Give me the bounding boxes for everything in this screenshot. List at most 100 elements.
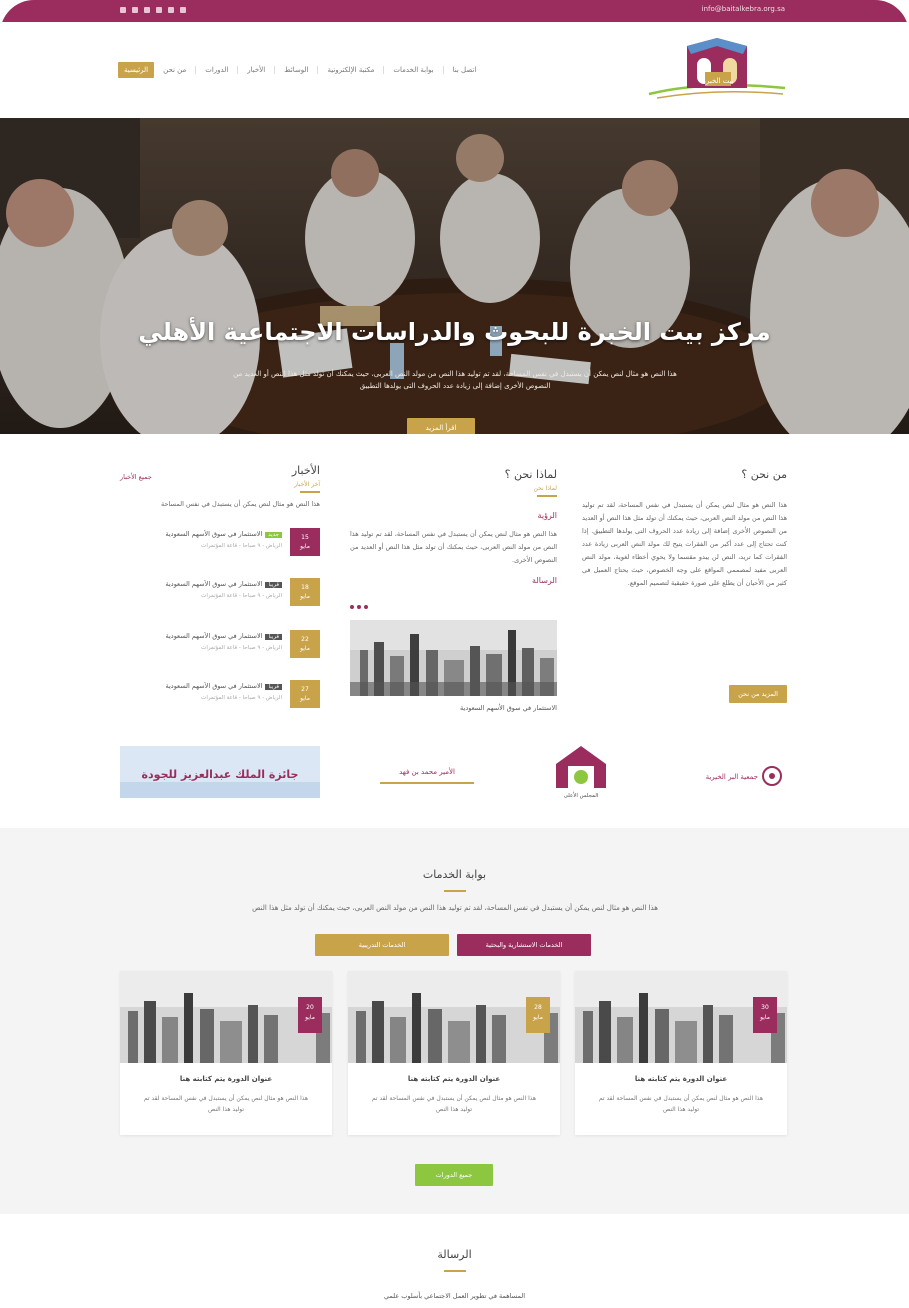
email-icon[interactable]: [180, 7, 186, 13]
nav-separator: [195, 66, 197, 74]
tab-consulting-services[interactable]: الخدمات الاستشارية والبحثية: [457, 934, 591, 956]
events-more-link[interactable]: جميع الأخبار: [120, 473, 152, 481]
course-text: هذا النص هو مثال لنص يمكن أن يستبدل في ن…: [598, 1095, 764, 1113]
hero-read-more-button[interactable]: اقرأ المزيد: [407, 418, 475, 434]
hero-title: مركز بيت الخبرة للبحوث والدراسات الاجتما…: [138, 318, 771, 346]
event-meta: الرياض - ٩ صباحا - قاعة المؤتمرات: [201, 645, 282, 651]
course-date-badge: 20 مايو: [298, 997, 322, 1033]
news-caption[interactable]: الاستثمار في سوق الأسهم السعودية: [350, 704, 557, 712]
facebook-icon[interactable]: [120, 7, 126, 13]
event-meta: الرياض - ٩ صباحا - قاعة المؤتمرات: [201, 695, 282, 701]
event-tag: قريبا: [265, 634, 282, 640]
nav-media[interactable]: الوسائط: [281, 63, 311, 77]
event-title: جديدالاستثمار في سوق الأسهم السعودية: [122, 530, 282, 538]
nav-contact[interactable]: اتصل بنا: [450, 63, 480, 77]
nav-separator: [442, 66, 444, 74]
site-logo[interactable]: بيت الخبرة: [647, 36, 787, 102]
services-divider: [444, 890, 466, 892]
why-subtitle: لماذا نحن: [533, 485, 557, 492]
why-section: لماذا نحن ؟ لماذا نحن الرؤية هذا النص هو…: [350, 468, 557, 585]
event-title: قريباالاستثمار في سوق الأسهم السعودية: [122, 682, 282, 690]
event-item[interactable]: 15 مايو جديدالاستثمار في سوق الأسهم السعو…: [120, 528, 320, 558]
partner-logo[interactable]: المجلس الأعلى: [548, 740, 614, 800]
top-email[interactable]: info@baitalkebra.org.sa: [702, 5, 785, 13]
social-links: [120, 7, 186, 13]
news-photo[interactable]: [350, 620, 557, 696]
hero-banner: مركز بيت الخبرة للبحوث والدراسات الاجتما…: [0, 118, 909, 434]
svg-text:جائزة الملك عبدالعزيز للجودة: جائزة الملك عبدالعزيز للجودة: [142, 768, 299, 781]
page: info@baitalkebra.org.sa بيت الخبرة الرئي…: [0, 0, 909, 1308]
events-section: الأخبار آخر الأخبار جميع الأخبار هذا الن…: [120, 464, 320, 708]
about-title: من نحن ؟: [741, 468, 787, 481]
partner-logo[interactable]: الأمير محمد بن فهد: [372, 740, 482, 800]
nav-services[interactable]: بوابة الخدمات: [390, 63, 436, 77]
nav-separator: [274, 66, 276, 74]
nav-courses[interactable]: الدورات: [202, 63, 231, 77]
services-description: هذا النص هو مثال لنص يمكن أن يستبدل في ن…: [252, 904, 658, 912]
message-divider: [444, 1270, 466, 1272]
event-item[interactable]: 18 مايو قريباالاستثمار في سوق الأسهم السع…: [120, 578, 320, 608]
events-divider: [300, 491, 320, 493]
nav-library[interactable]: مكتبة الإلكترونية: [324, 63, 377, 77]
event-tag: قريبا: [265, 582, 282, 588]
event-item[interactable]: 27 مايو قريباالاستثمار في سوق الأسهم السع…: [120, 680, 320, 710]
event-date-badge: 22 مايو: [290, 630, 320, 658]
svg-text:المجلس الأعلى: المجلس الأعلى: [564, 791, 599, 799]
vision-title: الرؤية: [537, 511, 557, 520]
message-title: الرسالة: [437, 1248, 472, 1261]
event-date-badge: 18 مايو: [290, 578, 320, 606]
course-card[interactable]: 30 مايو عنوان الدورة يتم كتابته هنا هذا ا…: [575, 971, 787, 1135]
services-section: بوابة الخدمات هذا النص هو مثال لنص يمكن …: [0, 828, 909, 1214]
course-text: هذا النص هو مثال لنص يمكن أن يستبدل في ن…: [371, 1095, 537, 1113]
svg-text:الأمير محمد بن فهد: الأمير محمد بن فهد: [399, 767, 455, 776]
svg-text:بيت الخبرة: بيت الخبرة: [702, 77, 733, 85]
event-tag: قريبا: [265, 684, 282, 690]
nav-news[interactable]: الأخبار: [244, 63, 268, 77]
event-title: قريباالاستثمار في سوق الأسهم السعودية: [122, 632, 282, 640]
about-section: من نحن ؟ هذا النص هو مثال لنص يمكن أن يس…: [582, 468, 787, 703]
nav-about[interactable]: من نحن: [160, 63, 189, 77]
svg-text:جمعية البر الخيرية: جمعية البر الخيرية: [706, 773, 758, 781]
nav-home[interactable]: الرئيسية: [118, 62, 155, 78]
event-date-badge: 15 مايو: [290, 528, 320, 556]
course-date-badge: 28 مايو: [526, 997, 550, 1033]
event-meta: الرياض - ٩ صباحا - قاعة المؤتمرات: [201, 543, 282, 549]
nav-separator: [317, 66, 319, 74]
slider-dots[interactable]: [350, 605, 368, 609]
tab-training-services[interactable]: الخدمات التدريبية: [315, 934, 449, 956]
vision-text: هذا النص هو مثال لنص يمكن أن يستبدل في ن…: [350, 530, 557, 564]
youtube-icon[interactable]: [144, 7, 150, 13]
partner-logo[interactable]: جمعية البر الخيرية: [660, 740, 786, 800]
main-nav: الرئيسية من نحن الدورات الأخبار الوسائط …: [118, 62, 479, 78]
nav-separator: [383, 66, 385, 74]
site-header: بيت الخبرة الرئيسية من نحن الدورات الأخب…: [0, 22, 909, 118]
all-courses-button[interactable]: جميع الدورات: [415, 1164, 493, 1186]
linkedin-icon[interactable]: [168, 7, 174, 13]
event-date-badge: 27 مايو: [290, 680, 320, 708]
course-date-badge: 30 مايو: [753, 997, 777, 1033]
nav-separator: [237, 66, 239, 74]
message-subtitle: الرسالة: [532, 576, 557, 585]
course-card[interactable]: 20 مايو عنوان الدورة يتم كتابته هنا هذا ا…: [120, 971, 332, 1135]
course-title: عنوان الدورة يتم كتابته هنا: [634, 1075, 728, 1083]
top-bar: info@baitalkebra.org.sa: [0, 0, 909, 22]
course-title: عنوان الدورة يتم كتابته هنا: [179, 1075, 273, 1083]
events-subtitle: آخر الأخبار: [294, 481, 320, 488]
why-divider: [537, 495, 557, 497]
course-text: هذا النص هو مثال لنص يمكن أن يستبدل في ن…: [143, 1095, 309, 1113]
event-item[interactable]: 22 مايو قريباالاستثمار في سوق الأسهم السع…: [120, 630, 320, 660]
hero-subtitle: هذا النص هو مثال لنص يمكن أن يستبدل في ن…: [233, 370, 677, 390]
course-card[interactable]: 28 مايو عنوان الدورة يتم كتابته هنا هذا ا…: [348, 971, 560, 1135]
partners-strip: جمعية البر الخيرية المجلس الأعلى الأمير …: [0, 740, 909, 805]
about-more-button[interactable]: المزيد من نحن: [729, 685, 787, 703]
twitter-icon[interactable]: [132, 7, 138, 13]
why-title: لماذا نحن ؟: [504, 468, 557, 481]
instagram-icon[interactable]: [156, 7, 162, 13]
course-title: عنوان الدورة يتم كتابته هنا: [407, 1075, 501, 1083]
partner-logo[interactable]: جائزة الملك عبدالعزيز للجودة: [120, 740, 320, 800]
event-title: قريباالاستثمار في سوق الأسهم السعودية: [122, 580, 282, 588]
event-tag: جديد: [265, 532, 282, 538]
events-description: هذا النص هو مثال لنص يمكن أن يستبدل في ن…: [161, 500, 320, 508]
message-text: المساهمة في تطوير العمل الاجتماعي بأسلوب…: [383, 1292, 525, 1300]
about-text: هذا النص هو مثال لنص يمكن أن يستبدل في ن…: [582, 501, 787, 587]
